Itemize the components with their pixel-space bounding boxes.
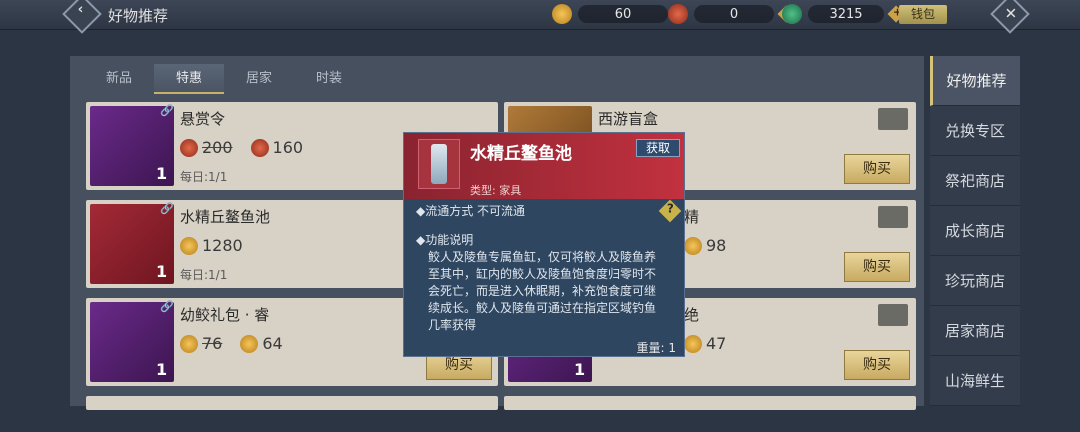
item-quantity: 1 bbox=[156, 360, 168, 379]
item-type: 类型: 家具 bbox=[470, 184, 522, 197]
obtain-button[interactable]: 获取 bbox=[636, 139, 680, 157]
tooltip-header: 水精丘鳌鱼池 获取 类型: 家具 bbox=[404, 133, 684, 199]
circulation-info: ◆流通方式 不可流通 bbox=[416, 204, 526, 218]
item-price: 76 64 bbox=[180, 334, 283, 353]
page-title: 好物推荐 bbox=[108, 7, 169, 25]
preview-camera-icon[interactable] bbox=[878, 108, 908, 130]
red-coin-icon bbox=[250, 138, 269, 157]
jade-amount: 3215 bbox=[808, 5, 884, 23]
back-arrow-icon: ‹ bbox=[77, 1, 84, 18]
gold-coin-icon bbox=[240, 334, 259, 353]
tab-new[interactable]: 新品 bbox=[84, 64, 154, 94]
fish-tank-icon bbox=[418, 139, 460, 189]
sidebar-item-sacrifice-shop[interactable]: 祭祀商店 bbox=[930, 156, 1020, 206]
item-quantity: 1 bbox=[156, 262, 168, 281]
sidebar-item-treasure-shop[interactable]: 珍玩商店 bbox=[930, 256, 1020, 306]
tab-fashion[interactable]: 时装 bbox=[294, 64, 364, 94]
top-bar: ‹ 好物推荐 60 0 3215 钱包 ✕ bbox=[0, 0, 1080, 34]
daily-limit: 每日:1/1 bbox=[180, 268, 228, 282]
item-price: 200 160 bbox=[180, 138, 303, 157]
item-price: 1280 bbox=[180, 236, 243, 255]
link-icon: 🔗 bbox=[160, 104, 174, 117]
item-name: 绝 bbox=[684, 306, 700, 324]
item-name: 悬赏令 bbox=[180, 110, 226, 128]
shop-item-card-partial[interactable] bbox=[86, 396, 498, 410]
daily-limit: 每日:1/1 bbox=[180, 170, 228, 184]
item-weight: 重量: 1 bbox=[636, 341, 677, 355]
sidebar-item-home-shop[interactable]: 居家商店 bbox=[930, 306, 1020, 356]
red-coin-icon bbox=[668, 4, 688, 24]
link-icon: 🔗 bbox=[160, 300, 174, 313]
item-price: 98 bbox=[684, 236, 726, 255]
original-price: 76 bbox=[180, 334, 222, 353]
tooltip-title: 水精丘鳌鱼池 bbox=[470, 144, 572, 164]
price-value: 98 bbox=[706, 236, 727, 255]
red-coin-icon bbox=[180, 138, 198, 157]
gold-coin-icon bbox=[180, 334, 198, 353]
item-name: 幼鲛礼包 · 睿 bbox=[180, 306, 270, 324]
old-price-value: 200 bbox=[202, 138, 233, 157]
preview-camera-icon[interactable] bbox=[878, 206, 908, 228]
gold-coin-icon bbox=[684, 334, 702, 353]
red-currency: 0 bbox=[668, 3, 795, 25]
price-value: 160 bbox=[272, 138, 304, 157]
gold-coin-icon bbox=[180, 236, 198, 255]
red-amount: 0 bbox=[694, 5, 774, 23]
item-name: 精 bbox=[684, 208, 700, 226]
buy-button[interactable]: 购买 bbox=[844, 154, 910, 184]
buy-button[interactable]: 购买 bbox=[844, 350, 910, 380]
jade-currency: 3215 bbox=[782, 3, 905, 25]
sidebar-item-growth-shop[interactable]: 成长商店 bbox=[930, 206, 1020, 256]
sidebar-item-seafood[interactable]: 山海鲜生 bbox=[930, 356, 1020, 406]
jade-icon bbox=[782, 4, 802, 24]
wallet-button[interactable]: 钱包 bbox=[899, 5, 947, 24]
tab-bar: 新品 特惠 居家 时装 bbox=[84, 64, 364, 94]
preview-camera-icon[interactable] bbox=[878, 304, 908, 326]
shop-item-card-partial[interactable] bbox=[504, 396, 916, 410]
function-title: ◆功能说明 bbox=[416, 233, 474, 247]
sidebar-item-recommended[interactable]: 好物推荐 bbox=[930, 56, 1020, 106]
item-price: 47 bbox=[684, 334, 726, 353]
link-icon: 🔗 bbox=[160, 202, 174, 215]
item-tooltip: 水精丘鳌鱼池 获取 类型: 家具 ? ◆流通方式 不可流通 ◆功能说明 鲛人及陵… bbox=[403, 132, 685, 357]
close-button[interactable]: ✕ bbox=[990, 0, 1030, 34]
item-name: 水精丘鳌鱼池 bbox=[180, 208, 271, 226]
gold-coin-icon bbox=[684, 236, 702, 255]
tooltip-body: ◆流通方式 不可流通 ◆功能说明 鲛人及陵鱼专属鱼缸，仅可将鲛人及陵鱼养至其中，… bbox=[404, 199, 684, 357]
tab-sale[interactable]: 特惠 bbox=[154, 64, 224, 94]
price-value: 47 bbox=[706, 334, 727, 353]
category-sidebar: 好物推荐 兑换专区 祭祀商店 成长商店 珍玩商店 居家商店 山海鲜生 bbox=[930, 56, 1020, 406]
buy-button[interactable]: 购买 bbox=[844, 252, 910, 282]
price-value: 64 bbox=[262, 334, 283, 353]
gold-coin-icon bbox=[552, 4, 572, 24]
original-price: 200 bbox=[180, 138, 233, 157]
tab-home[interactable]: 居家 bbox=[224, 64, 294, 94]
gold-currency: 60 bbox=[552, 3, 668, 25]
back-button[interactable]: ‹ bbox=[62, 0, 102, 34]
item-name: 西游盲盒 bbox=[598, 110, 659, 128]
price-value: 1280 bbox=[202, 236, 243, 255]
item-quantity: 1 bbox=[574, 360, 586, 379]
item-quantity: 1 bbox=[156, 164, 168, 183]
old-price-value: 76 bbox=[202, 334, 223, 353]
function-description: 鲛人及陵鱼专属鱼缸，仅可将鲛人及陵鱼养至其中，缸内的鲛人及陵鱼饱食度归零时不会死… bbox=[428, 250, 657, 332]
sidebar-item-exchange[interactable]: 兑换专区 bbox=[930, 106, 1020, 156]
close-icon: ✕ bbox=[1004, 4, 1018, 23]
gold-amount: 60 bbox=[578, 5, 668, 23]
